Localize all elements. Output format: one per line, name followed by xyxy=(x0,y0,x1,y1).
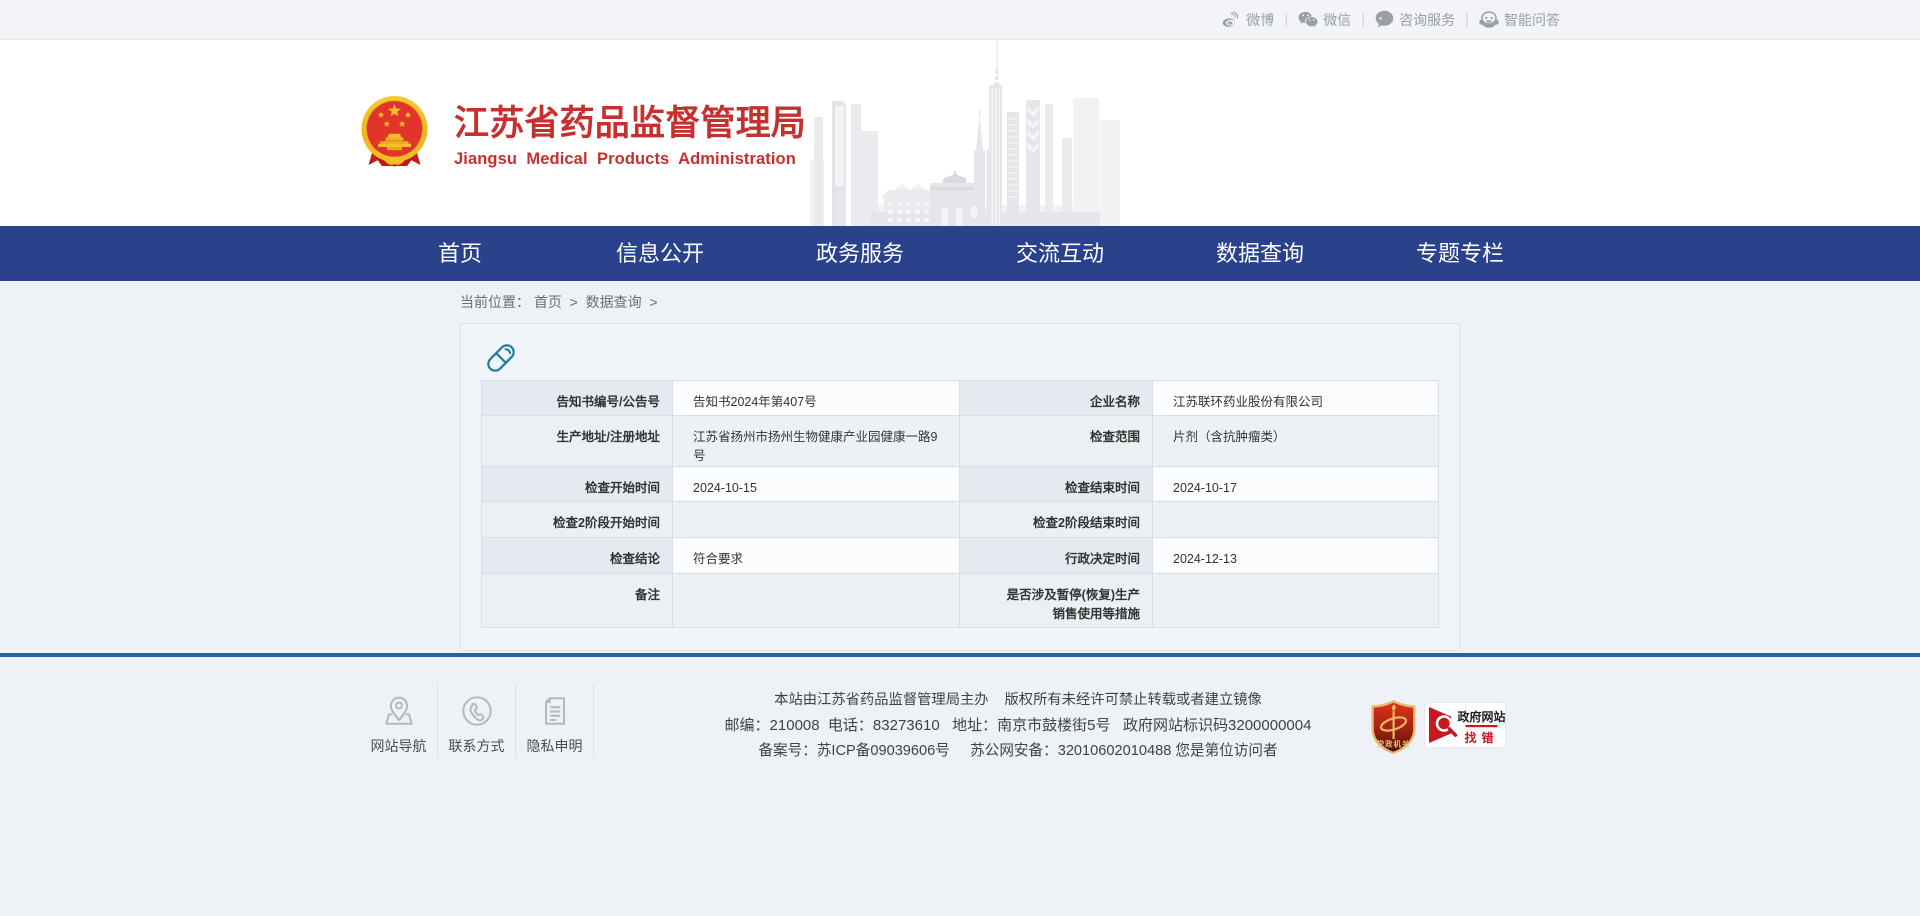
svg-text:找错: 找错 xyxy=(1464,730,1498,745)
svg-text:政府网站: 政府网站 xyxy=(1457,709,1505,724)
svg-text:党政机关: 党政机关 xyxy=(1377,740,1411,749)
